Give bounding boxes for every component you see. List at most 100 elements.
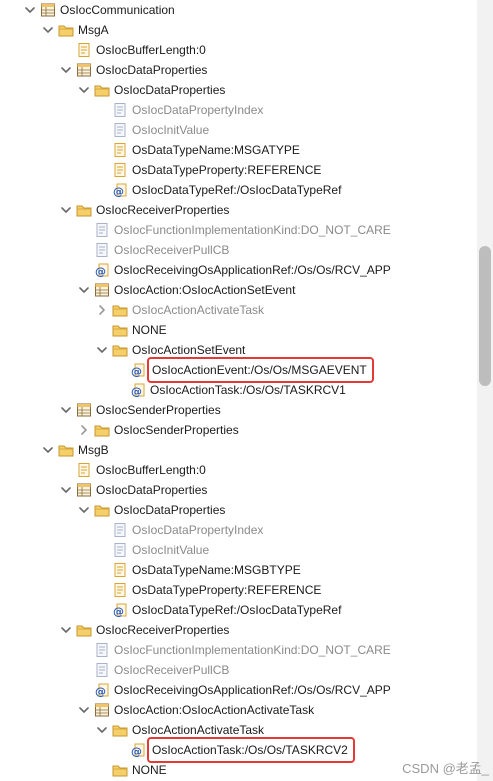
tree-node[interactable]: OsDataTypeName:MSGBTYPE [96, 560, 301, 580]
tree-node-label: OsIocSenderProperties [96, 403, 221, 417]
param-icon [112, 562, 128, 578]
tree-node-label: OsIocDataProperties [114, 83, 226, 97]
param-dim-icon [112, 102, 128, 118]
expand-open-icon[interactable] [60, 620, 72, 640]
folder-icon [112, 342, 128, 358]
tree-node[interactable]: OsIocDataProperties [78, 80, 225, 100]
tree-node[interactable]: OsDataTypeProperty:REFERENCE [96, 580, 321, 600]
tree-node-label: MsgB [78, 443, 109, 457]
tree-node-label: OsIocFunctionImplementationKind:DO_NOT_C… [114, 223, 391, 237]
tree-node[interactable]: @ OsIocDataTypeRef:/OsIocDataTypeRef [96, 600, 341, 620]
tree-node[interactable]: OsIocDataPropertyIndex [96, 520, 263, 540]
tree-node[interactable]: OsDataTypeProperty:REFERENCE [96, 160, 321, 180]
tree-node[interactable]: @ OsIocActionTask:/Os/Os/TASKRCV2 [114, 737, 355, 763]
expand-open-icon[interactable] [60, 400, 72, 420]
tree-node[interactable]: OsIocFunctionImplementationKind:DO_NOT_C… [78, 640, 391, 660]
expand-open-icon[interactable] [60, 480, 72, 500]
tree-node-label: NONE [132, 763, 167, 777]
expand-open-icon[interactable] [78, 500, 90, 520]
expand-open-icon[interactable] [96, 340, 108, 360]
expand-open-icon[interactable] [60, 60, 72, 80]
tree-node[interactable]: @ OsIocActionEvent:/Os/Os/MSGAEVENT [114, 357, 374, 383]
highlighted-node-label: OsIocActionEvent:/Os/Os/MSGAEVENT [147, 357, 374, 383]
tree-node[interactable]: OsIocFunctionImplementationKind:DO_NOT_C… [78, 220, 391, 240]
expand-open-icon[interactable] [42, 20, 54, 40]
tree-node[interactable]: OsIocReceiverPullCB [78, 660, 229, 680]
folder-icon [94, 502, 110, 518]
tree-node-label: OsIocBufferLength:0 [96, 463, 206, 477]
tree-node[interactable]: MsgB [42, 440, 109, 460]
tree-node-label: OsDataTypeName:MSGATYPE [132, 143, 300, 157]
tree-node[interactable]: @ OsIocDataTypeRef:/OsIocDataTypeRef [96, 180, 341, 200]
expand-open-icon[interactable] [78, 80, 90, 100]
svg-text:@: @ [95, 265, 106, 278]
tree-node[interactable]: OsIocActionActivateTask [96, 720, 264, 740]
tree-node[interactable]: OsIocBufferLength:0 [60, 40, 206, 60]
tree-node-label: OsIocDataTypeRef:/OsIocDataTypeRef [132, 603, 342, 617]
tree-node[interactable]: OsIocDataProperties [60, 60, 207, 80]
tree-node[interactable]: @ OsIocReceivingOsApplicationRef:/Os/Os/R… [78, 260, 391, 280]
tree-node-label: OsIocReceiverProperties [96, 623, 230, 637]
svg-text:@: @ [131, 365, 142, 378]
ref-icon: @ [130, 362, 146, 378]
tree-node[interactable]: OsIocActionActivateTask [96, 300, 264, 320]
tree-node-label: OsIocReceivingOsApplicationRef:/Os/Os/RC… [114, 683, 391, 697]
tree-node[interactable]: OsIocActionSetEvent [96, 340, 245, 360]
expand-closed-icon[interactable] [78, 420, 90, 440]
tree-node[interactable]: OsIocAction:OsIocActionSetEvent [78, 280, 295, 300]
tree-node[interactable]: OsIocDataPropertyIndex [96, 100, 263, 120]
param-icon [76, 462, 92, 478]
expand-open-icon[interactable] [42, 440, 54, 460]
table-icon [76, 402, 92, 418]
expand-open-icon[interactable] [78, 700, 90, 720]
expand-open-icon[interactable] [24, 0, 36, 20]
expand-open-icon[interactable] [60, 200, 72, 220]
tree-node[interactable]: OsIocDataProperties [78, 500, 225, 520]
expand-open-icon[interactable] [78, 280, 90, 300]
ref-icon: @ [112, 602, 128, 618]
tree-node-label: OsIocActionSetEvent [132, 343, 246, 357]
tree-node[interactable]: OsIocReceiverProperties [60, 200, 229, 220]
tree-node[interactable]: OsIocDataProperties [60, 480, 207, 500]
folder-icon [76, 622, 92, 638]
vertical-scrollbar-track[interactable] [477, 0, 493, 781]
tree-node[interactable]: OsDataTypeName:MSGATYPE [96, 140, 300, 160]
param-dim-icon [112, 522, 128, 538]
tree-node[interactable]: NONE [96, 760, 167, 780]
tree-node-label: OsDataTypeProperty:REFERENCE [132, 583, 322, 597]
vertical-scrollbar-thumb[interactable] [479, 246, 491, 386]
tree-node[interactable]: OsIocBufferLength:0 [60, 460, 206, 480]
tree-node[interactable]: OsIocAction:OsIocActionActivateTask [78, 700, 314, 720]
tree-node-label: OsIocDataTypeRef:/OsIocDataTypeRef [132, 183, 342, 197]
tree-node[interactable]: OsIocSenderProperties [78, 420, 239, 440]
table-icon [76, 62, 92, 78]
tree-node-label: OsIocDataProperties [114, 503, 226, 517]
folder-icon [58, 442, 74, 458]
expand-open-icon[interactable] [96, 720, 108, 740]
tree-node[interactable]: OsIocSenderProperties [60, 400, 221, 420]
tree-node[interactable]: OsIocInitValue [96, 120, 209, 140]
tree-node[interactable]: MsgA [42, 20, 109, 40]
svg-text:@: @ [131, 385, 142, 398]
tree-node[interactable]: OsIocInitValue [96, 540, 209, 560]
tree-node[interactable]: @ OsIocReceivingOsApplicationRef:/Os/Os/R… [78, 680, 391, 700]
watermark: CSDN @老孟_ [402, 761, 489, 776]
tree-node[interactable]: @ OsIocActionTask:/Os/Os/TASKRCV1 [114, 380, 346, 400]
tree-node[interactable]: OsIocCommunication [24, 0, 175, 20]
tree-node[interactable]: OsIocReceiverPullCB [78, 240, 229, 260]
expand-closed-icon[interactable] [96, 300, 108, 320]
tree-node[interactable]: OsIocReceiverProperties [60, 620, 229, 640]
tree-node[interactable]: NONE [96, 320, 167, 340]
tree-node-label: OsIocActionTask:/Os/Os/TASKRCV1 [150, 383, 346, 397]
folder-icon [94, 82, 110, 98]
